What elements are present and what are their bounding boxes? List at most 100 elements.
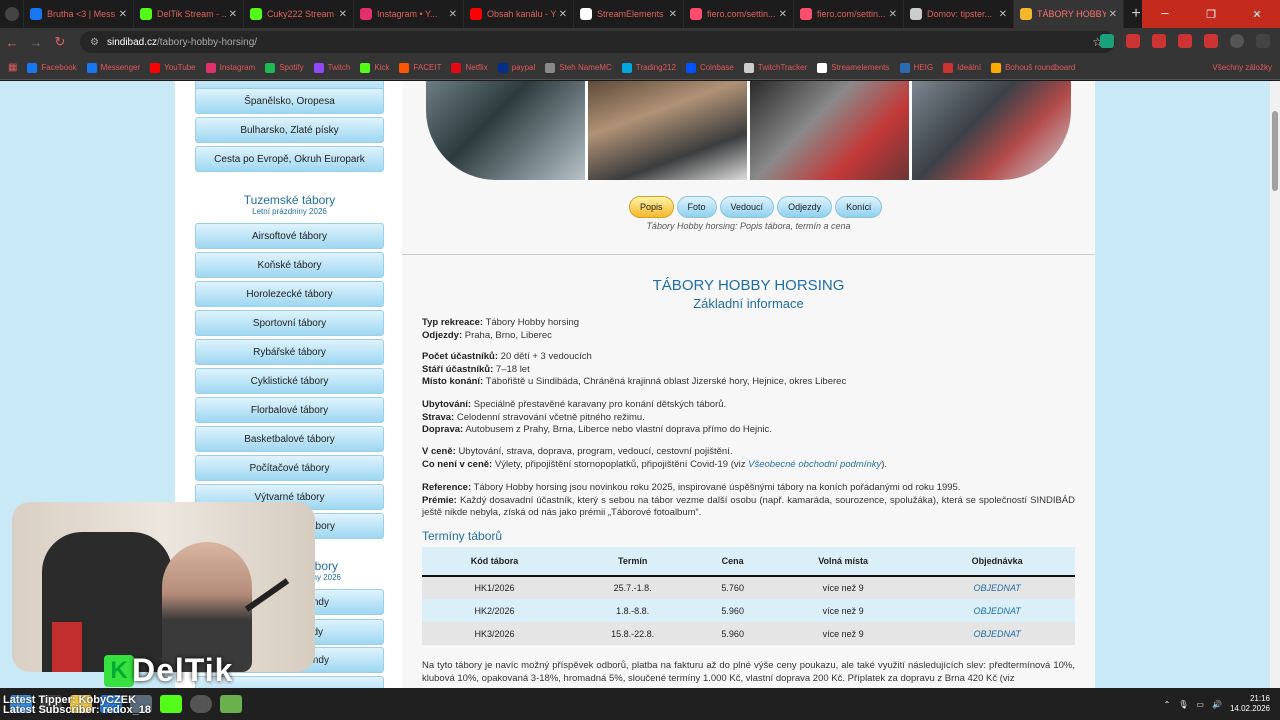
close-tab-icon[interactable]: ✕	[119, 9, 127, 20]
sidebar-item[interactable]: Florbalové tábory	[195, 397, 384, 423]
volume-icon[interactable]: 🔊	[1212, 700, 1222, 709]
clock-date: 14.02.2026	[1229, 704, 1270, 713]
browser-tab[interactable]: Domov: tipster... ✕	[904, 0, 1014, 28]
bookmark-item[interactable]: Streamelements	[817, 62, 890, 73]
bookmark-item[interactable]: Messenger	[86, 62, 140, 73]
reload-button[interactable]: ↻	[48, 34, 72, 50]
browser-tab[interactable]: fiero.com/settin... ✕	[684, 0, 794, 28]
close-tab-icon[interactable]: ✕	[559, 9, 567, 20]
bookmark-item[interactable]: Instagram	[205, 62, 255, 73]
close-tab-icon[interactable]: ✕	[1109, 9, 1117, 20]
bookmark-item[interactable]: FACEIT	[399, 62, 441, 73]
bookmark-label: Twitch	[327, 63, 351, 72]
browser-tab[interactable]: fiero.com/settin... ✕	[794, 0, 904, 28]
sidebar-item[interactable]: Cyklistické tábory	[195, 368, 384, 394]
extension-icon[interactable]	[1126, 34, 1140, 48]
taskbar-app-icon[interactable]	[220, 695, 242, 713]
download-icon[interactable]	[1152, 34, 1166, 48]
bookmark-item[interactable]: Bohouš roundboard	[991, 62, 1075, 73]
order-link[interactable]: OBJEDNAT	[919, 599, 1075, 622]
scrollbar-thumb[interactable]	[1272, 111, 1278, 191]
sidebar-item[interactable]: Koňské tábory	[195, 252, 384, 278]
terms-link[interactable]: Všeobecné obchodní podmínky	[748, 459, 881, 470]
browser-tab[interactable]: Instagram • Y... ✕	[354, 0, 464, 28]
close-tab-icon[interactable]: ✕	[449, 9, 457, 20]
bookmark-item[interactable]: TwitchTracker	[743, 62, 807, 73]
browser-tab[interactable]: Brutha <3 | Mess... ✕	[24, 0, 134, 28]
url-field[interactable]: ⚙ sindibad.cz/tabory-hobby-horsing/ ☆	[80, 31, 1115, 53]
close-tab-icon[interactable]: ✕	[779, 9, 787, 20]
close-tab-icon[interactable]: ✕	[889, 9, 897, 20]
order-link[interactable]: OBJEDNAT	[919, 576, 1075, 599]
sidebar-item[interactable]: Airsoftové tábory	[195, 223, 384, 249]
close-tab-icon[interactable]: ✕	[669, 9, 677, 20]
back-button[interactable]: ←	[0, 35, 24, 50]
tab-title: Instagram • Y...	[377, 9, 438, 19]
clock[interactable]: 21:16 14.02.2026	[1230, 694, 1270, 714]
divider	[402, 254, 1095, 255]
clock-time: 21:16	[1249, 694, 1270, 703]
obs-icon[interactable]	[190, 695, 212, 713]
bookmark-item[interactable]: HEIG	[899, 62, 934, 73]
apps-grid-icon[interactable]: ▦	[8, 62, 17, 73]
bookmark-item[interactable]: Steh NameMC	[545, 62, 612, 73]
bookmark-item[interactable]: Ideální	[943, 62, 981, 73]
microphone-icon[interactable]: 🎙	[1178, 700, 1188, 709]
forward-button[interactable]: →	[24, 35, 48, 50]
tab-popis[interactable]: Popis	[629, 196, 674, 218]
chevron-up-icon[interactable]: ⌃	[1164, 700, 1171, 709]
latest-subscriber: Latest Subscriber: redox_18	[3, 704, 151, 716]
browser-menu-icon[interactable]	[1256, 34, 1270, 48]
bookmark-label: HEIG	[913, 63, 934, 72]
sidebar-item[interactable]: Bulharsko, Zlaté písky	[195, 117, 384, 143]
minimize-button[interactable]: ─	[1142, 0, 1188, 28]
browser-tab[interactable]: DelTik Stream - ... ✕	[134, 0, 244, 28]
bookmark-label: Facebook	[41, 63, 77, 72]
value: Praha, Brno, Liberec	[464, 329, 552, 341]
page-scrollbar[interactable]	[1270, 81, 1280, 688]
browser-tab[interactable]: Cuky222 Stream ✕	[244, 0, 354, 28]
browser-tab[interactable]: Obsah kanálu - Y... ✕	[464, 0, 574, 28]
all-bookmarks-button[interactable]: Všechny záložky	[1212, 63, 1272, 72]
bookmark-item[interactable]: YouTube	[150, 62, 196, 73]
bookmark-item[interactable]: Twitch	[313, 62, 351, 73]
tab-vedouci[interactable]: Vedoucí	[719, 196, 775, 218]
sidebar-item[interactable]: Cesta po Evropě, Okruh Europark	[195, 146, 384, 172]
tab-menu-button[interactable]	[0, 0, 24, 28]
browser-tab[interactable]: TÁBORY HOBBY...✕	[1014, 0, 1124, 28]
close-tab-icon[interactable]: ✕	[339, 9, 347, 20]
bookmark-item[interactable]: Kick	[360, 62, 389, 73]
browser-tab[interactable]: StreamElements ✕	[574, 0, 684, 28]
bookmark-item[interactable]: paypal	[497, 62, 535, 73]
extension-icon[interactable]	[1100, 34, 1114, 48]
kick-icon[interactable]	[160, 695, 182, 713]
bookmark-item[interactable]: Trading212	[621, 62, 676, 73]
window-controls: ─ ❐ ✕	[1142, 0, 1280, 28]
sidebar-item[interactable]: Horolezecké tábory	[195, 281, 384, 307]
cast-icon[interactable]	[1178, 34, 1192, 48]
bookmark-item[interactable]: Coinbase	[685, 62, 734, 73]
sidebar-item[interactable]: Španělsko, Oropesa	[195, 88, 384, 114]
tab-foto[interactable]: Foto	[676, 196, 717, 218]
sidebar-item[interactable]: Sportovní tábory	[195, 310, 384, 336]
bookmark-item[interactable]: Spotify	[265, 62, 304, 73]
extension-icon[interactable]	[1204, 34, 1218, 48]
bookmark-item[interactable]: Netflix	[451, 62, 488, 73]
sidebar-item[interactable]: Basketbalové tábory	[195, 426, 384, 452]
tab-odjezdy[interactable]: Odjezdy	[777, 196, 833, 218]
bookmark-favicon-icon	[27, 62, 38, 73]
profile-avatar[interactable]	[1230, 34, 1244, 48]
sidebar-item[interactable]: Rybářské tábory	[195, 339, 384, 365]
bookmark-item[interactable]: Facebook	[27, 62, 77, 73]
network-icon[interactable]: ▭	[1196, 700, 1204, 709]
kick-icon	[250, 8, 262, 20]
maximize-button[interactable]: ❐	[1188, 0, 1234, 28]
bookmark-favicon-icon	[360, 62, 371, 73]
tab-konici[interactable]: Koníci	[835, 196, 883, 218]
close-window-button[interactable]: ✕	[1234, 0, 1280, 28]
site-info-icon[interactable]: ⚙	[90, 37, 99, 48]
order-link[interactable]: OBJEDNAT	[919, 622, 1075, 645]
close-tab-icon[interactable]: ✕	[229, 9, 237, 20]
close-tab-icon[interactable]: ✕	[999, 9, 1007, 20]
sidebar-item[interactable]: Počítačové tábory	[195, 455, 384, 481]
